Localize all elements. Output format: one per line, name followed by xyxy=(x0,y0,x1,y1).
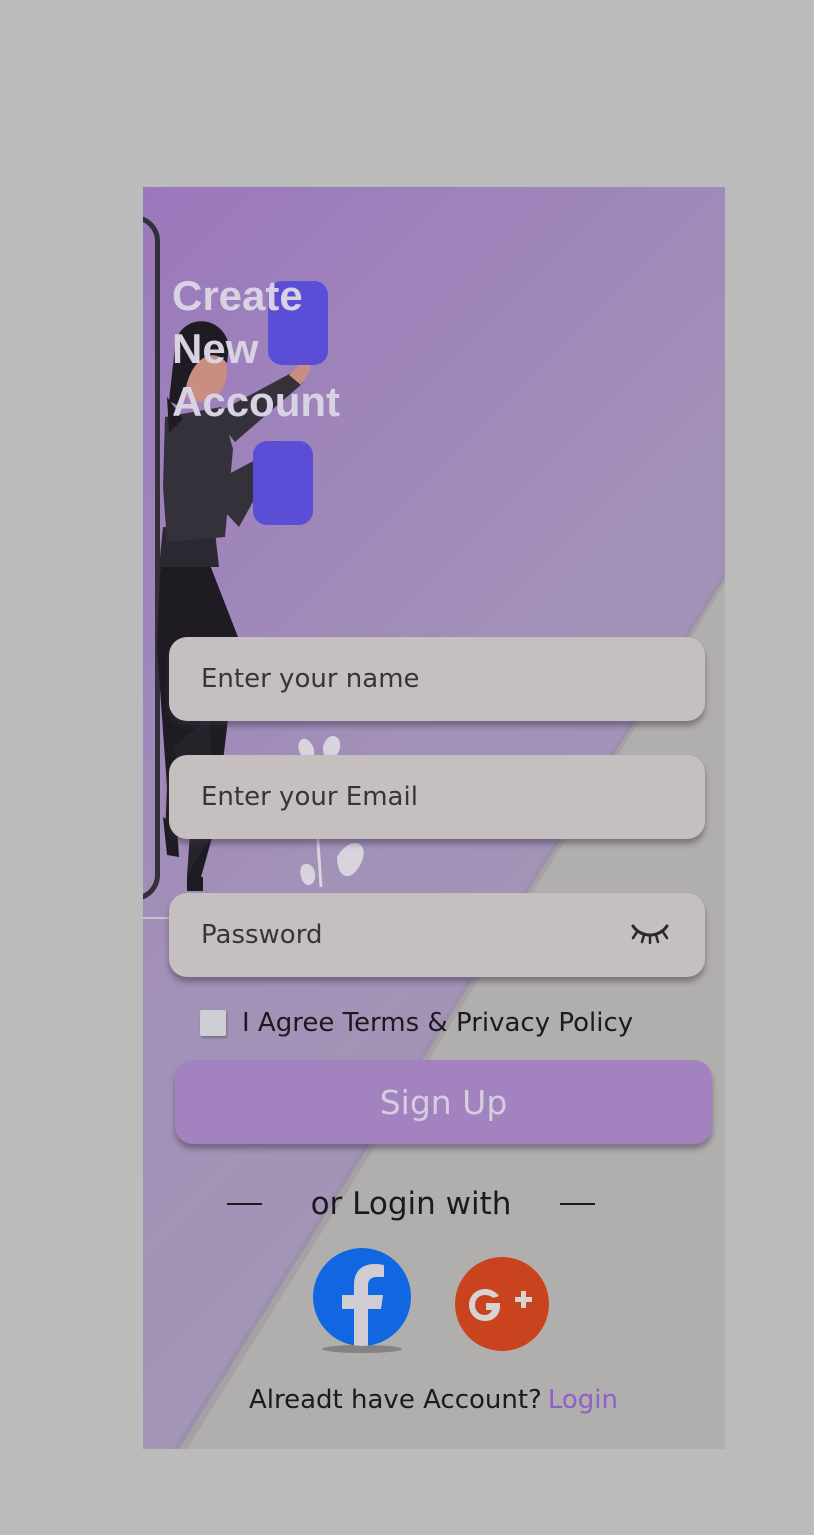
eye-closed-icon[interactable] xyxy=(631,920,669,948)
or-login-label: or Login with xyxy=(310,1186,512,1222)
sign-up-button[interactable]: Sign Up xyxy=(175,1060,712,1144)
login-link[interactable]: Login xyxy=(548,1385,618,1415)
facebook-icon[interactable] xyxy=(312,1247,412,1353)
login-prompt-text: Alreadt have Account? xyxy=(249,1385,542,1415)
agree-checkbox[interactable] xyxy=(200,1010,226,1036)
title-line-3: Account xyxy=(172,378,340,425)
password-input[interactable] xyxy=(169,893,705,977)
agree-row: I Agree Terms & Privacy Policy xyxy=(200,1008,633,1038)
password-field xyxy=(169,893,705,977)
email-input[interactable] xyxy=(169,755,705,839)
email-field xyxy=(169,755,705,839)
title-line-2: New xyxy=(172,325,259,372)
signup-card: Create New Account I Agree Terms & Priva… xyxy=(143,187,725,1449)
login-prompt-row: Alreadt have Account? Login xyxy=(249,1385,618,1415)
title-line-1: Create xyxy=(172,272,303,319)
name-field xyxy=(169,637,705,721)
name-input[interactable] xyxy=(169,637,705,721)
or-login-divider: or Login with xyxy=(227,1182,595,1226)
agree-label: I Agree Terms & Privacy Policy xyxy=(242,1008,634,1038)
google-plus-icon[interactable] xyxy=(453,1256,551,1354)
divider-dash-left xyxy=(227,1203,262,1205)
divider-dash-right xyxy=(559,1203,595,1205)
page-title: Create New Account xyxy=(172,269,412,428)
